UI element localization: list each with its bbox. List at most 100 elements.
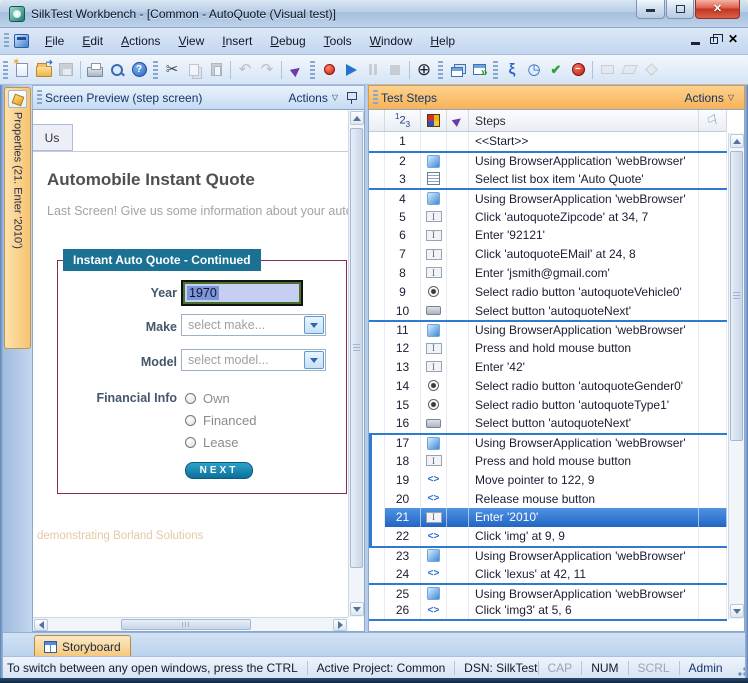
menu-view[interactable]: View: [169, 30, 213, 52]
find-button[interactable]: [106, 59, 128, 81]
properties-tab[interactable]: Properties (21. Enter '2010'): [4, 87, 31, 349]
test-step-row[interactable]: 2Using BrowserApplication 'webBrowser': [369, 151, 727, 170]
test-step-row[interactable]: 19<>Move pointer to 122, 9: [369, 470, 727, 489]
menu-tools[interactable]: Tools: [315, 30, 361, 52]
resize-grip[interactable]: [734, 663, 745, 677]
model-select[interactable]: select model...: [181, 349, 326, 371]
screen-preview-actions-button[interactable]: Actions▽: [284, 89, 342, 107]
panel-grip[interactable]: [373, 90, 378, 106]
play-button[interactable]: [340, 59, 362, 81]
scroll-right-button[interactable]: [333, 619, 347, 631]
test-step-row[interactable]: 23Using BrowserApplication 'webBrowser': [369, 546, 727, 565]
column-steps[interactable]: Steps: [469, 110, 699, 131]
scroll-left-button[interactable]: [34, 619, 48, 631]
test-step-row[interactable]: 7IClick 'autoquoteEMail' at 24, 8: [369, 245, 727, 264]
steps-vertical-scrollbar[interactable]: [728, 133, 744, 619]
open-button[interactable]: [33, 59, 55, 81]
scroll-down-button[interactable]: [730, 604, 744, 618]
close-button[interactable]: ✕: [695, 0, 740, 19]
column-state[interactable]: [369, 110, 385, 131]
next-button[interactable]: NEXT: [185, 462, 253, 479]
document-icon[interactable]: [14, 34, 29, 48]
new-button[interactable]: [11, 59, 33, 81]
preview-vertical-scrollbar[interactable]: [348, 110, 364, 617]
help-button[interactable]: [128, 59, 150, 81]
storyboard-tab[interactable]: Storyboard: [34, 635, 131, 657]
scrollbar-thumb[interactable]: [350, 128, 363, 568]
test-step-row[interactable]: 5IClick 'autoquoteZipcode' at 34, 7: [369, 207, 727, 226]
menu-grip[interactable]: [4, 33, 9, 49]
test-step-row[interactable]: 14Select radio button 'autoquoteGender0': [369, 376, 727, 395]
visual-navigator-button[interactable]: [285, 59, 307, 81]
test-step-row[interactable]: 6IEnter '92121': [369, 226, 727, 245]
export-screen-button[interactable]: [468, 59, 490, 81]
test-step-row[interactable]: 3Select list box item 'Auto Quote': [369, 170, 727, 189]
preview-horizontal-scrollbar[interactable]: [33, 617, 348, 631]
menu-file[interactable]: File: [36, 30, 73, 52]
test-step-row[interactable]: 26<>Click 'img3' at 5, 6: [369, 602, 727, 621]
copy-screen-button[interactable]: [446, 59, 468, 81]
test-step-row[interactable]: 20<>Release mouse button: [369, 489, 727, 508]
window-controls: ✕: [635, 0, 740, 19]
year-input[interactable]: 1970: [181, 280, 303, 306]
menu-actions[interactable]: Actions: [112, 30, 169, 52]
radio-own[interactable]: Own: [185, 391, 230, 406]
column-object-type[interactable]: [421, 110, 447, 131]
menu-help[interactable]: Help: [421, 30, 464, 52]
test-step-row[interactable]: 4Using BrowserApplication 'webBrowser': [369, 188, 727, 207]
column-flag[interactable]: ⚐: [699, 110, 727, 131]
test-step-row[interactable]: 8IEnter 'jsmith@gmail.com': [369, 264, 727, 283]
mdi-close-button[interactable]: ✕: [728, 33, 738, 45]
test-step-row[interactable]: 21IEnter '2010': [369, 508, 727, 527]
scrollbar-thumb[interactable]: [730, 151, 743, 441]
record-button[interactable]: [318, 59, 340, 81]
scroll-up-button[interactable]: [350, 111, 364, 125]
radio-financed[interactable]: Financed: [185, 413, 256, 428]
print-button[interactable]: [84, 59, 106, 81]
column-step-number[interactable]: 123: [385, 110, 421, 131]
test-step-row[interactable]: 1<<Start>>: [369, 132, 727, 151]
step-number: 19: [385, 470, 421, 489]
error-stop-button[interactable]: [567, 59, 589, 81]
test-steps-actions-button[interactable]: Actions▽: [680, 89, 738, 107]
radio-lease[interactable]: Lease: [185, 435, 238, 450]
test-step-row[interactable]: 16Select button 'autoquoteNext': [369, 414, 727, 433]
timer-button[interactable]: [523, 59, 545, 81]
pin-icon[interactable]: [344, 90, 358, 106]
cut-button[interactable]: [161, 59, 183, 81]
new-icon: [16, 63, 28, 77]
test-step-row[interactable]: 13IEnter '42': [369, 358, 727, 377]
panel-grip[interactable]: [37, 90, 42, 106]
menu-insert[interactable]: Insert: [213, 30, 261, 52]
status-separator: [454, 661, 455, 675]
test-step-row[interactable]: 9Select radio button 'autoquoteVehicle0': [369, 282, 727, 301]
test-steps-button[interactable]: [501, 59, 523, 81]
test-step-row[interactable]: 22<>Click 'img' at 9, 9: [369, 527, 727, 546]
menu-debug[interactable]: Debug: [261, 30, 314, 52]
test-step-row[interactable]: 25Using BrowserApplication 'webBrowser': [369, 583, 727, 602]
mdi-window-controls: ✕: [691, 33, 738, 45]
step-type-cell: [421, 435, 447, 452]
menu-window[interactable]: Window: [361, 30, 422, 52]
column-action-type[interactable]: [447, 110, 469, 131]
maximize-button[interactable]: [666, 0, 694, 19]
preview-nav-tab[interactable]: Us: [32, 124, 73, 151]
identify-object-button[interactable]: [413, 59, 435, 81]
test-step-row[interactable]: 17Using BrowserApplication 'webBrowser': [369, 433, 727, 452]
test-step-row[interactable]: 18IPress and hold mouse button: [369, 452, 727, 471]
scrollbar-thumb[interactable]: [121, 619, 251, 630]
mdi-restore-button[interactable]: [710, 34, 718, 44]
verify-button[interactable]: [545, 59, 567, 81]
test-step-row[interactable]: 24<>Click 'lexus' at 42, 11: [369, 564, 727, 583]
menu-edit[interactable]: Edit: [73, 30, 112, 52]
test-step-row[interactable]: 12IPress and hold mouse button: [369, 339, 727, 358]
test-step-row[interactable]: 10Select button 'autoquoteNext': [369, 301, 727, 320]
mdi-minimize-button[interactable]: [691, 34, 700, 45]
scroll-up-button[interactable]: [730, 134, 744, 148]
scroll-down-button[interactable]: [350, 602, 364, 616]
storyboard-tab-label: Storyboard: [62, 640, 121, 654]
test-step-row[interactable]: 11Using BrowserApplication 'webBrowser': [369, 320, 727, 339]
test-step-row[interactable]: 15Select radio button 'autoquoteType1': [369, 395, 727, 414]
minimize-button[interactable]: [636, 0, 665, 19]
make-select[interactable]: select make...: [181, 314, 326, 336]
